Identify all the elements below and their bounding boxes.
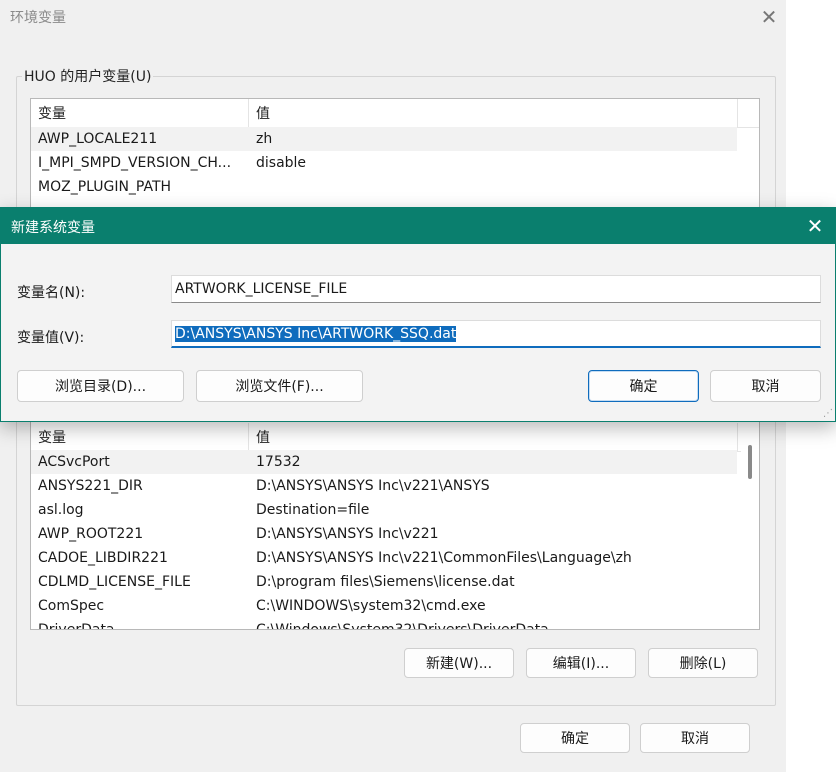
user-variables-list[interactable]: 变量 值 AWP_LOCALE211 zh I_MPI_SMPD_VERSION… (30, 98, 760, 220)
dialog-title-bar[interactable]: 新建系统变量 ✕ (1, 208, 835, 244)
variable-name-field[interactable]: ARTWORK_LICENSE_FILE (171, 275, 821, 303)
variable-name: ACSvcPort (38, 454, 110, 470)
variable-name-label: 变量名(N): (17, 285, 86, 301)
column-header-variable[interactable]: 变量 (31, 99, 66, 127)
variable-value: 17532 (256, 454, 301, 470)
column-divider[interactable] (737, 99, 738, 127)
variable-value: C:\WINDOWS\system32\cmd.exe (256, 598, 486, 614)
cancel-button[interactable]: 取消 (710, 370, 821, 402)
close-icon[interactable]: ✕ (752, 0, 786, 34)
cancel-button[interactable]: 取消 (640, 723, 750, 753)
table-row[interactable]: CADOE_LIBDIR221 D:\ANSYS\ANSYS Inc\v221\… (31, 546, 737, 570)
variable-name: MOZ_PLUGIN_PATH (38, 179, 172, 195)
variable-value: C:\Windows\System32\Drivers\DriverData (256, 622, 549, 630)
edit-variable-button[interactable]: 编辑(I)... (526, 648, 636, 678)
table-row[interactable]: DriverData C:\Windows\System32\Drivers\D… (31, 618, 737, 630)
variable-name: ANSYS221_DIR (38, 478, 143, 494)
variable-value-label: 变量值(V): (17, 330, 85, 346)
table-row[interactable]: MOZ_PLUGIN_PATH (31, 175, 737, 199)
variable-value-field[interactable]: D:\ANSYS\ANSYS Inc\ARTWORK_SSQ.dat (171, 320, 821, 348)
table-row[interactable]: asl.log Destination=file (31, 498, 737, 522)
dialog-title: 新建系统变量 (11, 220, 95, 236)
delete-variable-button[interactable]: 删除(L) (648, 648, 758, 678)
variable-name: CDLMD_LICENSE_FILE (38, 574, 191, 590)
list-header: 变量 值 (31, 99, 759, 128)
variable-name: CADOE_LIBDIR221 (38, 550, 168, 566)
vertical-scrollbar[interactable] (741, 419, 759, 629)
selected-text: D:\ANSYS\ANSYS Inc\ARTWORK_SSQ.dat (175, 326, 457, 342)
column-divider[interactable] (737, 423, 738, 451)
new-variable-button[interactable]: 新建(W)... (404, 648, 514, 678)
variable-value: D:\program files\Siemens\license.dat (256, 574, 515, 590)
variable-value: D:\ANSYS\ANSYS Inc\v221 (256, 526, 439, 542)
new-system-variable-dialog: 新建系统变量 ✕ 变量名(N): ARTWORK_LICENSE_FILE 变量… (0, 207, 836, 422)
variable-name: ComSpec (38, 598, 105, 614)
variable-name: I_MPI_SMPD_VERSION_CH... (38, 155, 232, 171)
table-row[interactable]: AWP_LOCALE211 zh (31, 127, 737, 151)
list-header: 变量 值 (31, 423, 759, 452)
window-title: 环境变量 (10, 10, 66, 26)
ok-button[interactable]: 确定 (520, 723, 630, 753)
variable-name: AWP_LOCALE211 (38, 131, 158, 147)
variable-value: zh (256, 131, 273, 147)
table-row[interactable]: AWP_ROOT221 D:\ANSYS\ANSYS Inc\v221 (31, 522, 737, 546)
table-row[interactable]: ComSpec C:\WINDOWS\system32\cmd.exe (31, 594, 737, 618)
table-row[interactable]: ACSvcPort 17532 (31, 450, 737, 474)
browse-directory-button[interactable]: 浏览目录(D)... (17, 370, 184, 402)
user-variables-label: HUO 的用户变量(U) (22, 66, 154, 86)
table-row[interactable]: CDLMD_LICENSE_FILE D:\program files\Siem… (31, 570, 737, 594)
resize-grip-icon[interactable]: ⋰ (823, 408, 833, 419)
variable-name: AWP_ROOT221 (38, 526, 144, 542)
table-row[interactable]: I_MPI_SMPD_VERSION_CH... disable (31, 151, 737, 175)
browse-file-button[interactable]: 浏览文件(F)... (196, 370, 363, 402)
column-header-variable[interactable]: 变量 (31, 423, 66, 451)
variable-value: D:\ANSYS\ANSYS Inc\v221\CommonFiles\Lang… (256, 550, 632, 566)
scrollbar-thumb[interactable] (748, 445, 752, 479)
variable-value: D:\ANSYS\ANSYS Inc\v221\ANSYS (256, 478, 490, 494)
column-header-value[interactable]: 值 (249, 99, 270, 127)
variable-value: Destination=file (256, 502, 370, 518)
close-icon[interactable]: ✕ (795, 208, 835, 244)
table-row[interactable]: ANSYS221_DIR D:\ANSYS\ANSYS Inc\v221\ANS… (31, 474, 737, 498)
variable-name: asl.log (38, 502, 84, 518)
system-variables-list[interactable]: 变量 值 ACSvcPort 17532 ANSYS221_DIR D:\ANS… (30, 418, 760, 630)
variable-value: disable (256, 155, 307, 171)
ok-button[interactable]: 确定 (588, 370, 699, 402)
column-header-value[interactable]: 值 (249, 423, 270, 451)
variable-name: DriverData (38, 622, 115, 630)
